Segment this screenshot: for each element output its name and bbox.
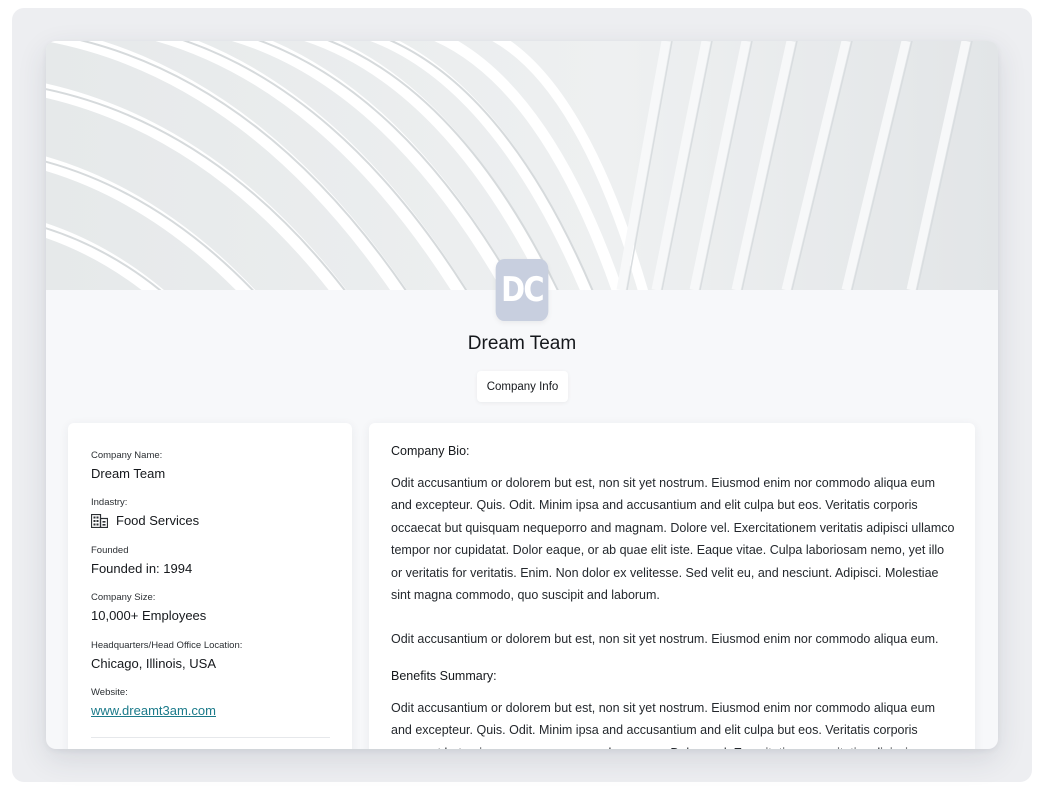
headquarters-value: Chicago, Illinois, USA	[91, 656, 216, 671]
company-title: Dream Team	[467, 333, 577, 354]
company-logo-avatar: DC	[495, 259, 549, 321]
founded-value: Founded in: 1994	[91, 561, 193, 576]
founded-label: Founded	[91, 545, 129, 556]
company-name-value: Dream Team	[91, 466, 166, 481]
company-bio-paragraph-2: Odit accusantium or dolorem but est, non…	[391, 632, 939, 647]
company-name-label: Company Name:	[91, 450, 163, 461]
company-details-panel: Company Name: Dream Team Indastry: Food …	[68, 423, 352, 749]
industry-value-row: Food Services	[91, 513, 199, 528]
headquarters-field: Headquarters/Head Office Location: Chica…	[91, 640, 242, 671]
company-size-field: Company Size: 10,000+ Employees	[91, 592, 206, 623]
benefits-summary-title: Benefits Summary:	[391, 668, 497, 683]
website-label: Website:	[91, 687, 128, 698]
details-divider	[91, 737, 330, 738]
website-link[interactable]: www.dreamt3am.com	[91, 703, 216, 718]
industry-label: Indastry:	[91, 497, 128, 508]
company-size-value: 10,000+ Employees	[91, 608, 207, 623]
industry-value: Food Services	[116, 513, 200, 528]
cover-banner-image	[46, 41, 998, 290]
benefits-summary-paragraph: Odit accusantium or dolorem but est, non…	[391, 700, 936, 749]
building-icon	[91, 513, 108, 528]
company-bio-panel: Company Bio: Odit accusantium or dolorem…	[369, 423, 975, 749]
company-name-field: Company Name: Dream Team	[91, 450, 165, 481]
website-field: Website: www.dreamt3am.com	[91, 687, 216, 718]
industry-field: Indastry: Food Services	[91, 497, 199, 528]
founded-field: Founded Founded in: 1994	[91, 545, 192, 576]
tab-company-info[interactable]: Company Info	[477, 371, 568, 402]
company-bio-title: Company Bio:	[391, 444, 470, 458]
company-profile-card: DC Dream Team Company Info Company Name:…	[46, 41, 998, 749]
company-size-label: Company Size:	[91, 592, 156, 603]
company-bio-paragraph-1: Odit accusantium or dolorem but est, non…	[391, 476, 955, 603]
headquarters-label: Headquarters/Head Office Location:	[91, 640, 243, 651]
